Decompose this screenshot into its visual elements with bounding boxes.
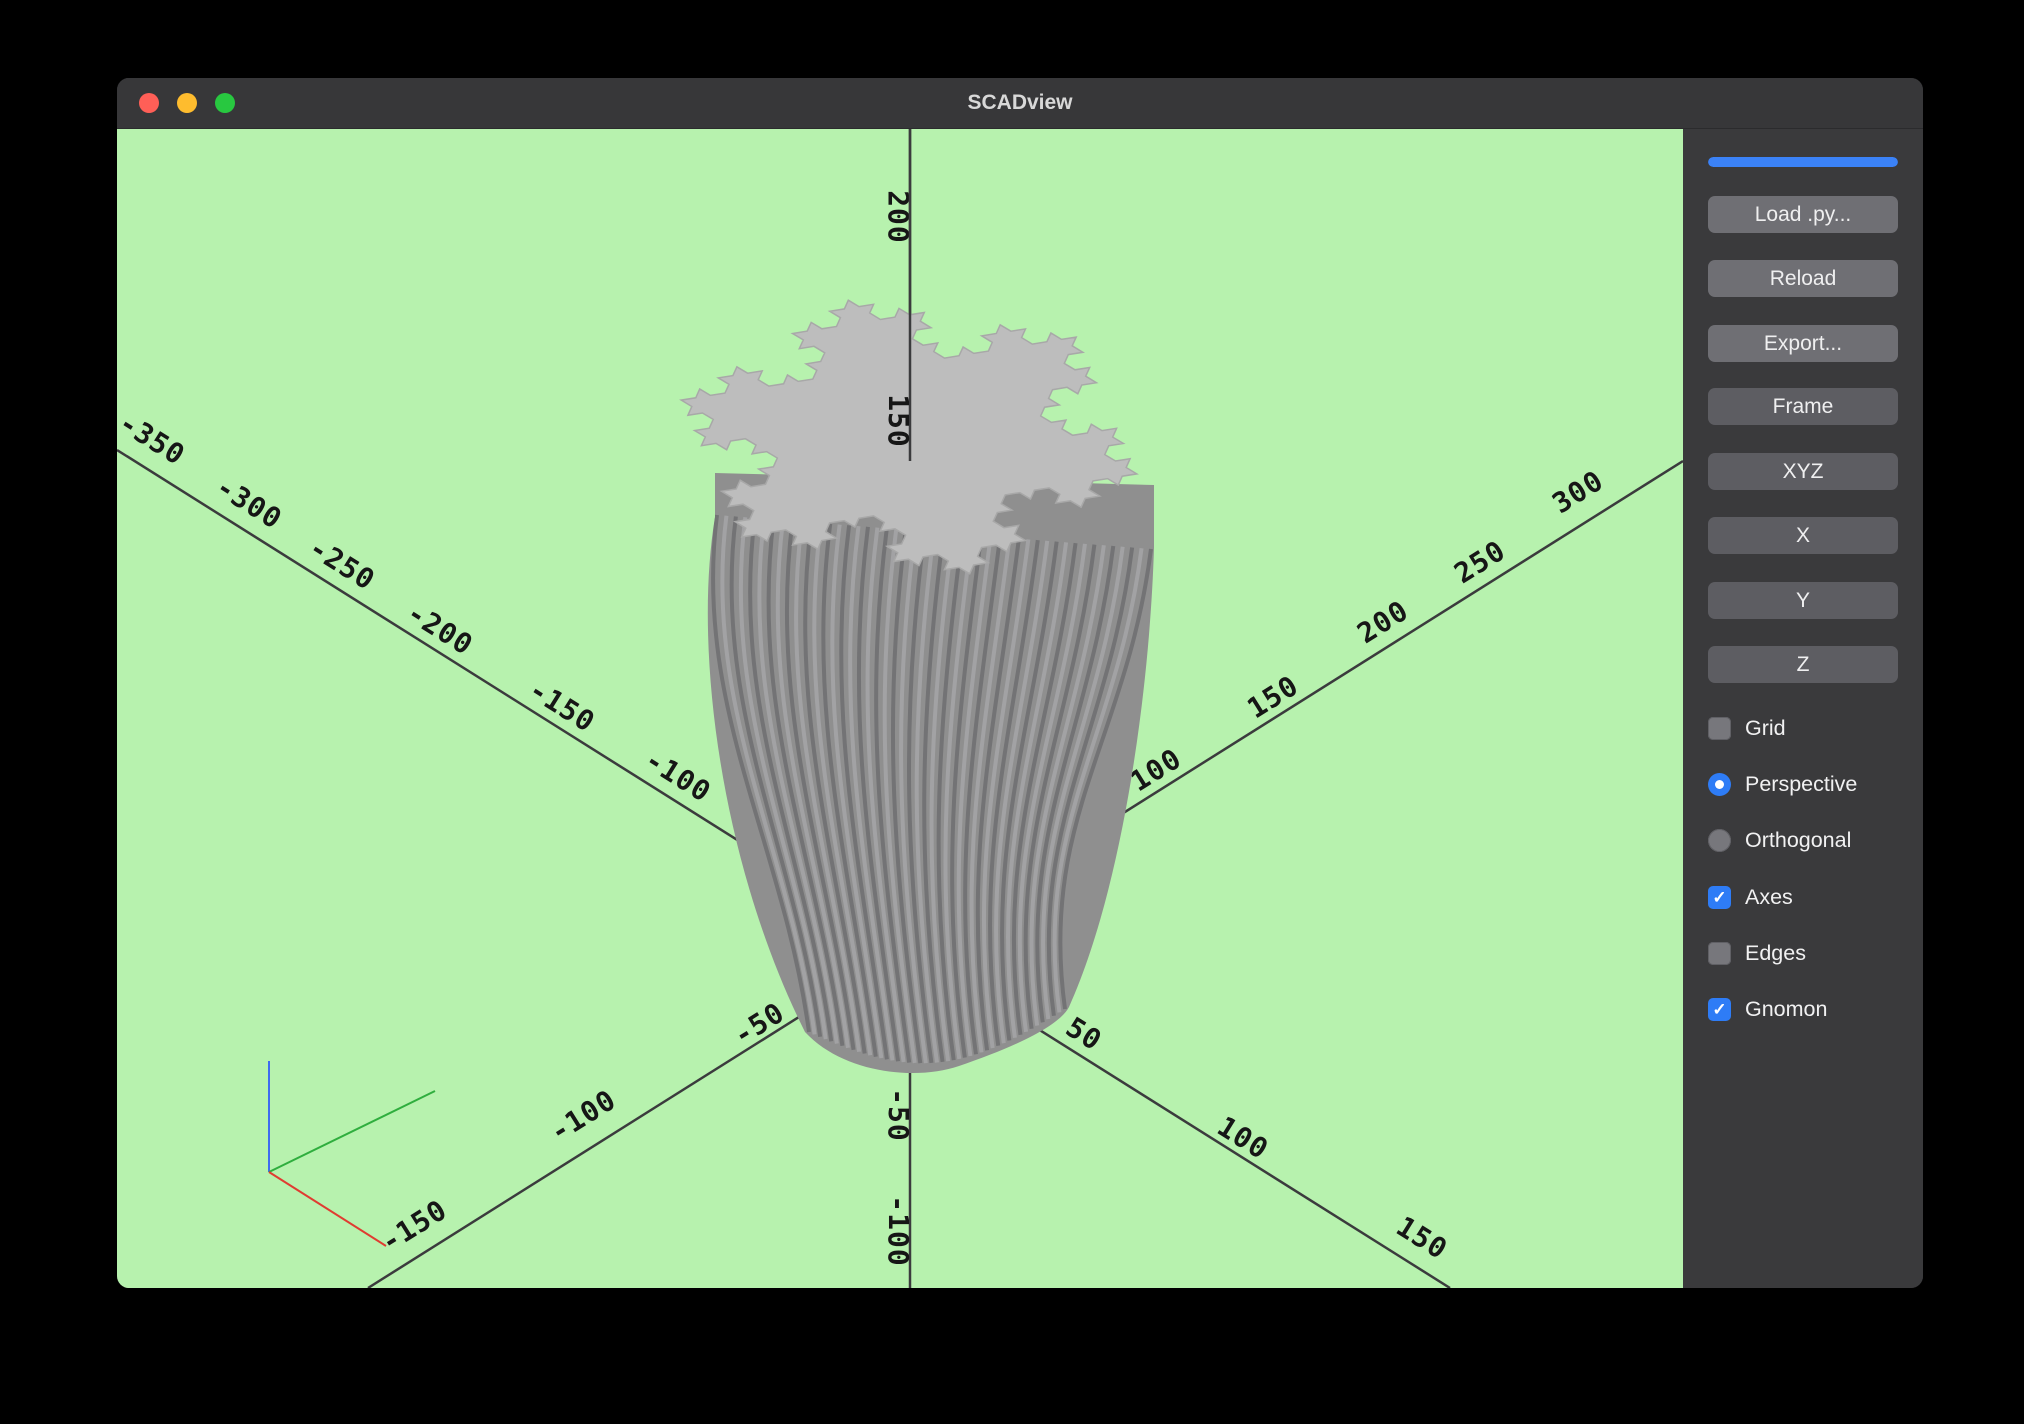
axis-tick-label: -150	[375, 1193, 453, 1259]
checkbox-icon	[1708, 942, 1731, 965]
export-button[interactable]: Export...	[1708, 325, 1898, 362]
checkbox-icon	[1708, 998, 1731, 1021]
axis-tick-label: 300	[1547, 464, 1610, 520]
close-button[interactable]	[139, 93, 159, 113]
window-titlebar[interactable]: SCADview	[117, 78, 1923, 129]
perspective-radio[interactable]: Perspective	[1708, 771, 1857, 797]
load-py-button[interactable]: Load .py...	[1708, 196, 1898, 233]
window-title: SCADview	[117, 91, 1923, 115]
scadview-window: SCADview -350 -30	[117, 78, 1923, 1288]
radio-icon	[1708, 773, 1731, 796]
z-axis-front-label: 150	[882, 394, 915, 448]
xyz-button[interactable]: XYZ	[1708, 453, 1898, 490]
axis-tick-label: -300	[210, 470, 288, 536]
axes-checkbox[interactable]: Axes	[1708, 884, 1793, 910]
toggle-label: Gnomon	[1745, 997, 1827, 1022]
progress-fill	[1708, 157, 1898, 167]
grid-checkbox[interactable]: Grid	[1708, 715, 1786, 741]
axis-tick-label: -100	[544, 1083, 622, 1149]
axis-tick-label: 200	[1352, 594, 1415, 650]
axis-tick-label: -100	[882, 1195, 915, 1266]
axis-tick-label: -350	[117, 406, 191, 472]
toggle-label: Edges	[1745, 941, 1806, 966]
frame-button[interactable]: Frame	[1708, 388, 1898, 425]
gnomon-x-axis	[269, 1172, 386, 1246]
axis-tick-label: -50	[882, 1088, 915, 1142]
toggle-label: Grid	[1745, 716, 1786, 741]
reload-button[interactable]: Reload	[1708, 260, 1898, 297]
checkbox-icon	[1708, 717, 1731, 740]
progress-bar	[1708, 157, 1898, 167]
checkbox-icon	[1708, 886, 1731, 909]
axis-tick-label: -250	[303, 531, 381, 597]
traffic-lights	[139, 93, 235, 113]
axis-tick-label: 250	[1449, 534, 1512, 590]
minimize-button[interactable]	[177, 93, 197, 113]
gnomon-y-axis	[269, 1091, 435, 1172]
gnomon-checkbox[interactable]: Gnomon	[1708, 996, 1827, 1022]
y-button[interactable]: Y	[1708, 582, 1898, 619]
x-button[interactable]: X	[1708, 517, 1898, 554]
scene-svg: -350 -300 -250 -200 -150 -100 50 100 150…	[117, 129, 1683, 1288]
window-content: -350 -300 -250 -200 -150 -100 50 100 150…	[117, 129, 1923, 1288]
toggle-label: Orthogonal	[1745, 828, 1851, 853]
edges-checkbox[interactable]: Edges	[1708, 940, 1806, 966]
axis-tick-label: 150	[882, 394, 915, 448]
toggle-label: Axes	[1745, 885, 1793, 910]
zoom-button[interactable]	[215, 93, 235, 113]
sidebar: Load .py... Reload Export... Frame XYZ X…	[1683, 129, 1923, 1288]
axis-tick-label: -50	[728, 996, 791, 1052]
axis-tick-label: 50	[1060, 1010, 1108, 1057]
orthogonal-radio[interactable]: Orthogonal	[1708, 827, 1851, 853]
radio-icon	[1708, 829, 1731, 852]
axis-tick-label: 150	[1242, 669, 1305, 725]
viewport-3d[interactable]: -350 -300 -250 -200 -150 -100 50 100 150…	[117, 129, 1683, 1288]
toggle-label: Perspective	[1745, 772, 1857, 797]
model	[681, 300, 1154, 1073]
axis-tick-label: -100	[639, 743, 717, 809]
z-button[interactable]: Z	[1708, 646, 1898, 683]
